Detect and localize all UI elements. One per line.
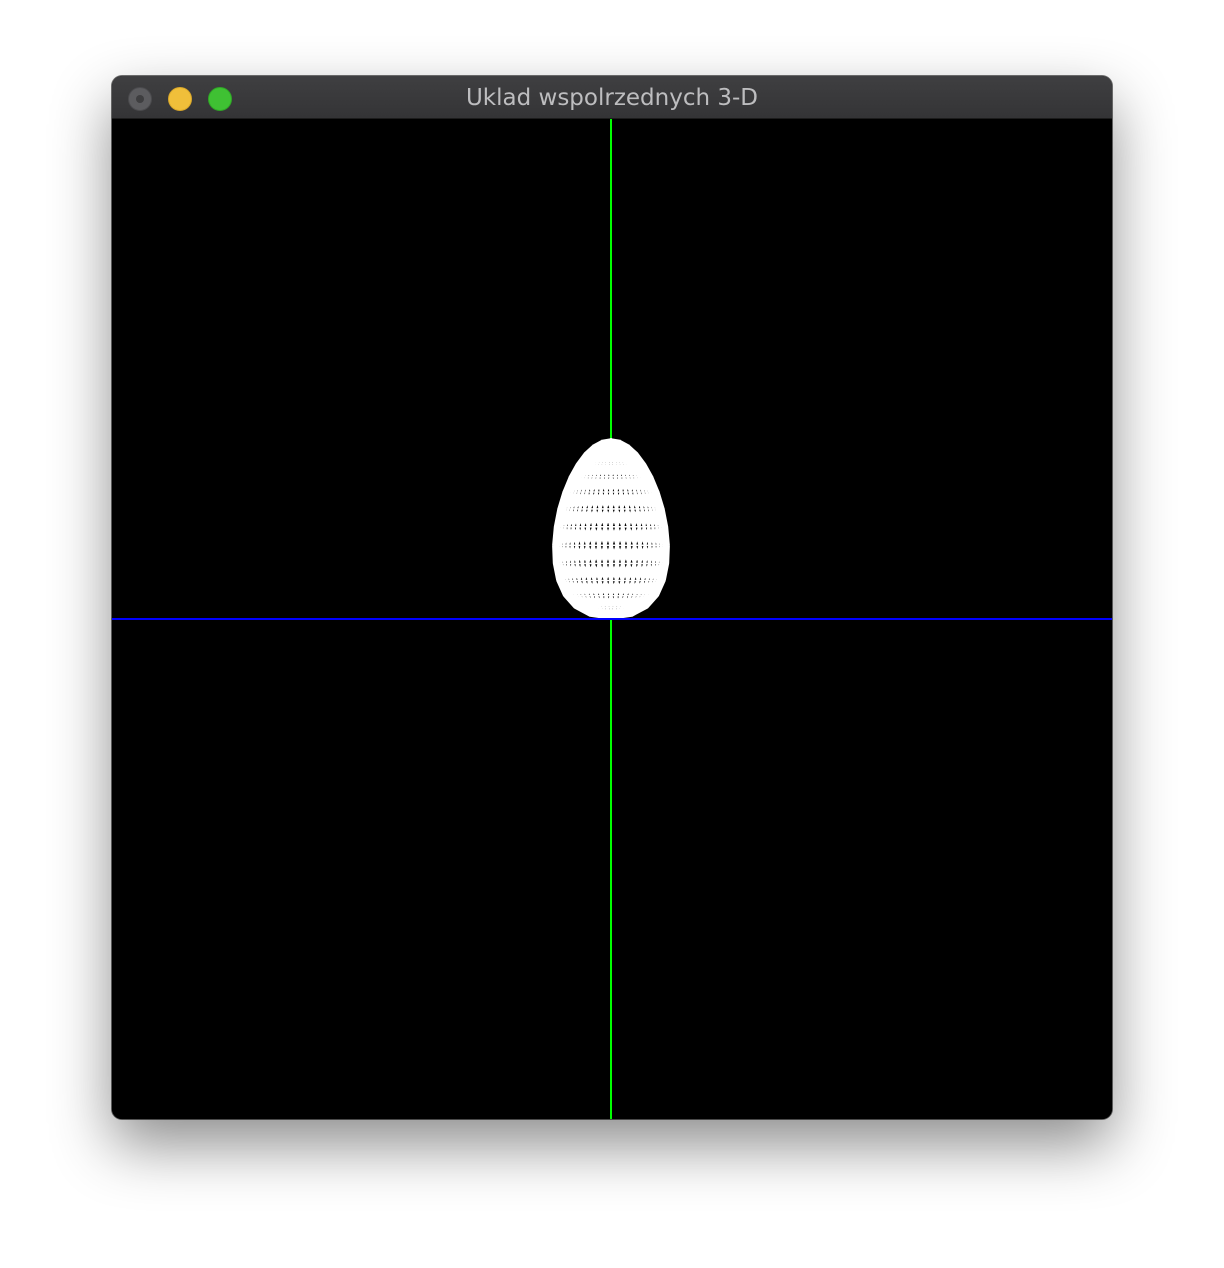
scene-svg xyxy=(112,119,1112,1119)
app-window: Uklad wspolrzednych 3-D xyxy=(112,76,1112,1119)
title-bar[interactable]: Uklad wspolrzednych 3-D xyxy=(112,76,1112,119)
gl-canvas[interactable] xyxy=(112,119,1112,1119)
window-title: Uklad wspolrzednych 3-D xyxy=(465,85,759,111)
